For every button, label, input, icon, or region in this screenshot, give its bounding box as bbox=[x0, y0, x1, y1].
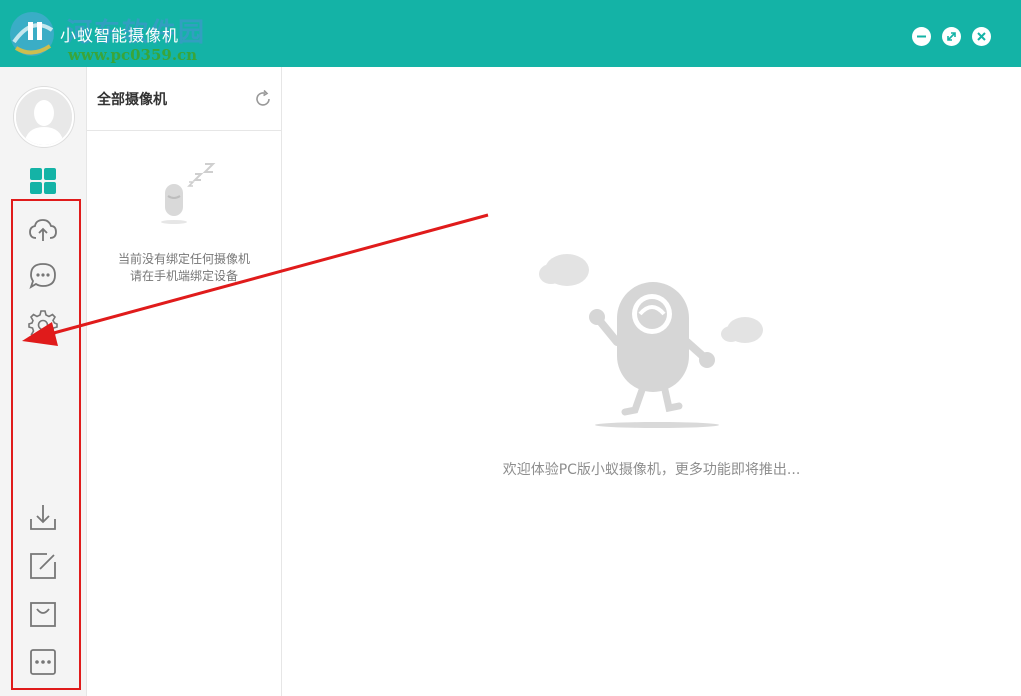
close-button[interactable] bbox=[972, 27, 991, 46]
empty-state-line-1: 当前没有绑定任何摄像机 bbox=[117, 252, 250, 266]
app-logo-icon bbox=[4, 8, 66, 60]
welcome-message: 欢迎体验PC版小蚁摄像机，更多功能即将推出... bbox=[502, 462, 801, 478]
maximize-button[interactable] bbox=[942, 27, 961, 46]
maximize-icon bbox=[947, 32, 956, 41]
window-title: 小蚁智能摄像机 bbox=[60, 26, 180, 45]
watermark-url: www.pc0359.cn bbox=[68, 46, 198, 64]
sidebar-item-devices[interactable] bbox=[27, 165, 59, 197]
annotation-highlight-box bbox=[11, 199, 81, 690]
empty-state-line-2: 请在手机端绑定设备 bbox=[129, 269, 238, 283]
main-content: 欢迎体验PC版小蚁摄像机，更多功能即将推出... bbox=[282, 67, 1021, 696]
refresh-button[interactable] bbox=[253, 89, 273, 109]
empty-state-message: 当前没有绑定任何摄像机 请在手机端绑定设备 bbox=[87, 251, 281, 285]
refresh-icon bbox=[256, 89, 270, 106]
minimize-button[interactable] bbox=[912, 27, 931, 46]
camera-panel-title: 全部摄像机 bbox=[97, 92, 167, 108]
minimize-icon bbox=[917, 35, 926, 38]
camera-list-panel: 全部摄像机 当前没有绑定任何摄像机 请在手机端绑定设备 bbox=[87, 67, 282, 696]
user-avatar-icon bbox=[16, 89, 72, 145]
camera-panel-header: 全部摄像机 bbox=[87, 67, 281, 131]
grid-icon bbox=[30, 168, 56, 194]
mascot-illustration-icon bbox=[537, 242, 767, 437]
title-bar: 河东软件园 小蚁智能摄像机 www.pc0359.cn bbox=[0, 0, 1021, 67]
sleeping-camera-icon bbox=[157, 162, 221, 228]
avatar[interactable] bbox=[14, 87, 74, 147]
close-icon bbox=[977, 32, 986, 41]
